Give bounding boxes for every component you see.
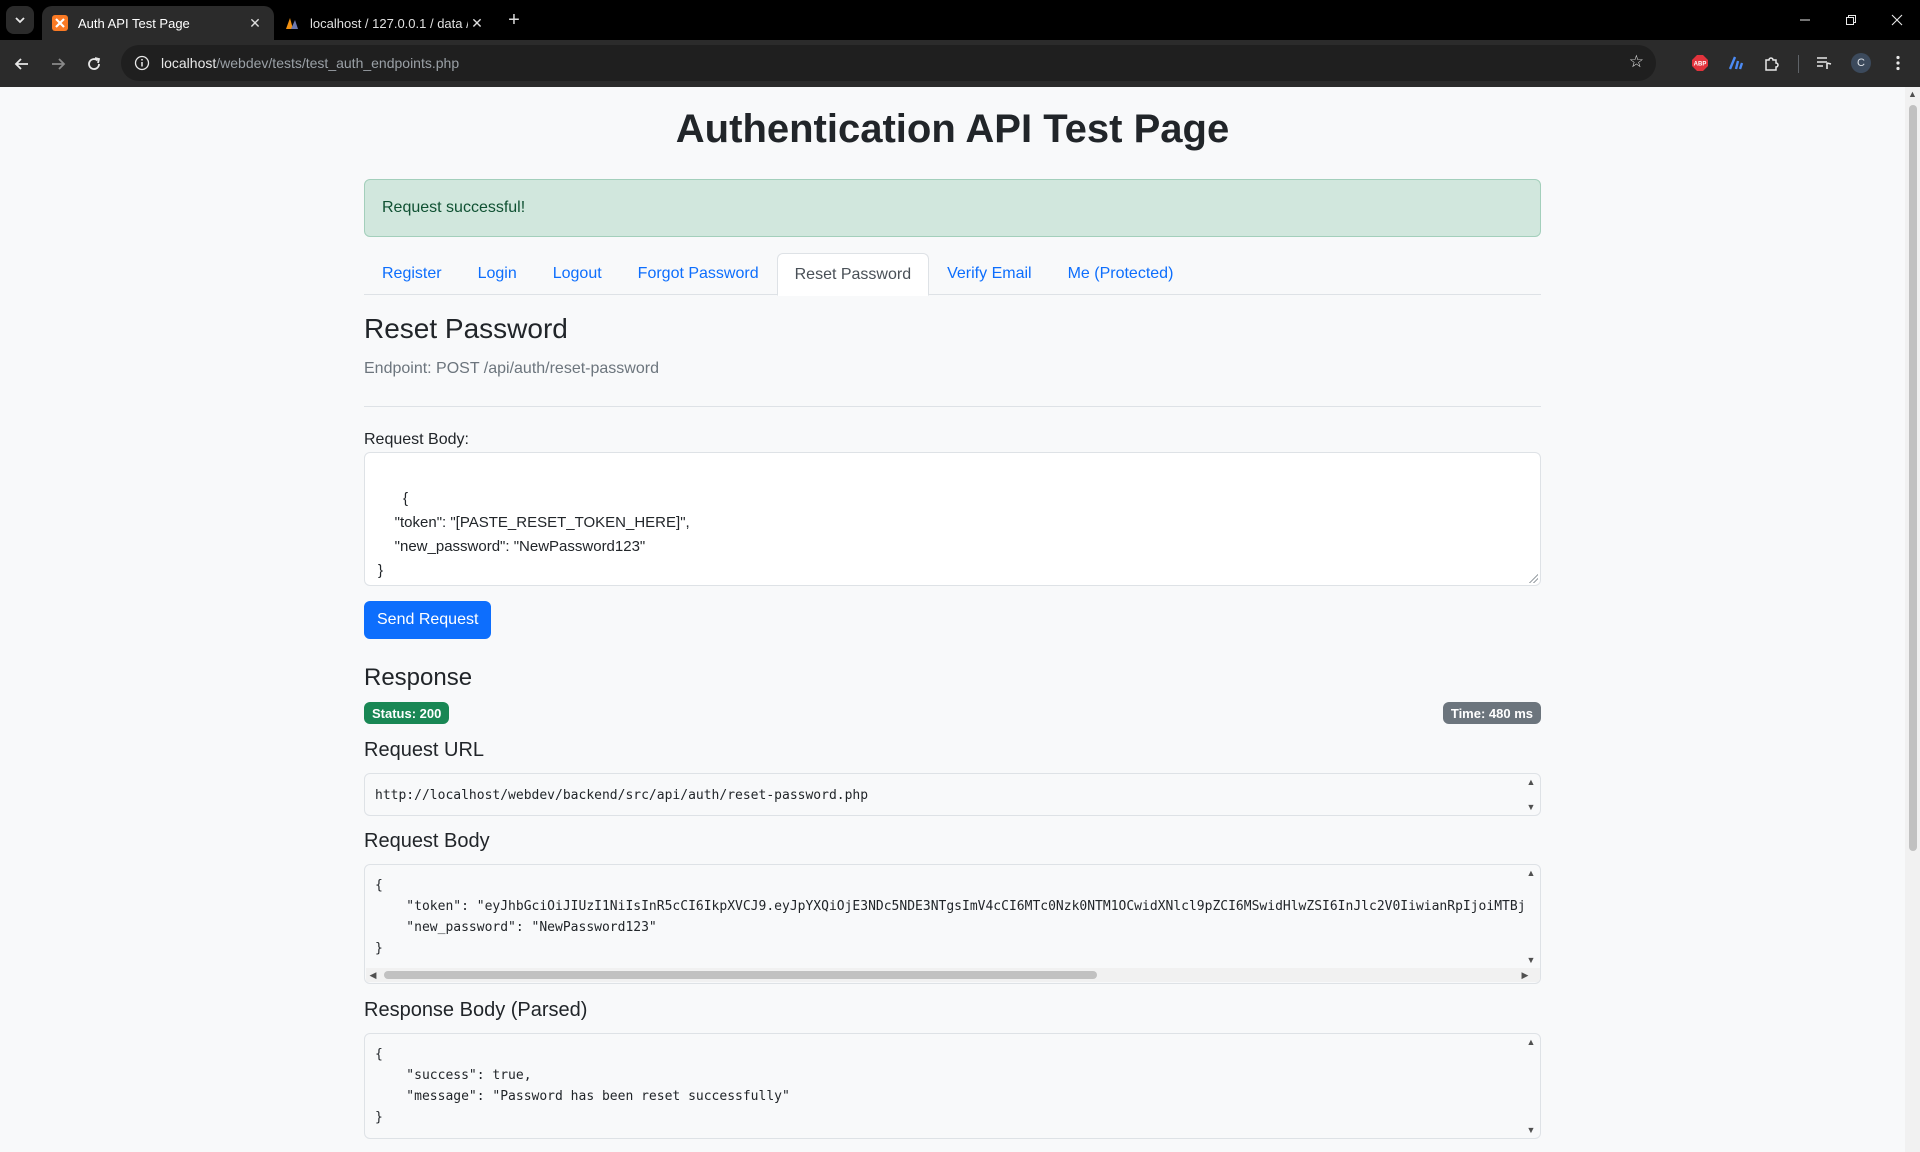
endpoint-tabs: Register Login Logout Forgot Password Re…	[364, 253, 1541, 296]
success-alert: Request successful!	[364, 179, 1541, 237]
tab-title: Auth API Test Page	[78, 15, 190, 31]
section-title: Reset Password	[364, 313, 568, 344]
close-tab-icon[interactable]: ✕	[468, 15, 486, 32]
browser-tab-auth-api[interactable]: Auth API Test Page ✕	[42, 6, 274, 40]
close-window-icon[interactable]	[1874, 0, 1920, 40]
page-title: Authentication API Test Page	[675, 107, 1230, 151]
url-path: /webdev/tests/test_auth_endpoints.php	[216, 55, 460, 71]
tab-reset-password[interactable]: Reset Password	[776, 253, 930, 296]
browser-tab-phpmyadmin[interactable]: localhost / 127.0.0.1 / data / tok ✕	[274, 6, 496, 40]
browser-tab-bar: Auth API Test Page ✕ localhost / 127.0.0…	[0, 0, 1920, 40]
back-arrow-icon[interactable]	[4, 46, 40, 82]
request-body-value: { "token": "[PASTE_RESET_TOKEN_HERE]", "…	[378, 490, 690, 579]
scroll-up-arrow-icon[interactable]: ▲	[1525, 777, 1537, 787]
section-divider	[364, 406, 1541, 407]
address-url: localhost/webdev/tests/test_auth_endpoin…	[161, 55, 459, 71]
response-body-box[interactable]: { "success": true, "message": "Password …	[364, 1033, 1541, 1139]
horizontal-scroll-thumb[interactable]	[384, 971, 1097, 979]
request-body-title: Request Body	[364, 830, 490, 852]
toolbar-divider	[1798, 55, 1799, 73]
forward-arrow-icon[interactable]	[40, 46, 76, 82]
scroll-down-arrow-icon[interactable]: ▼	[1525, 802, 1537, 812]
request-body-textarea[interactable]: { "token": "[PASTE_RESET_TOKEN_HERE]", "…	[364, 452, 1541, 586]
response-body-text: { "success": true, "message": "Password …	[375, 1047, 790, 1125]
xampp-favicon-icon	[52, 15, 68, 31]
time-badge: Time: 480 ms	[1442, 702, 1541, 724]
url-host: localhost	[161, 55, 217, 71]
status-badge: Status: 200	[364, 702, 450, 724]
scroll-right-arrow-icon[interactable]: ▶	[1518, 968, 1532, 982]
tab-login[interactable]: Login	[460, 253, 535, 295]
scroll-up-arrow-icon[interactable]: ▲	[1525, 868, 1537, 878]
close-tab-icon[interactable]: ✕	[246, 15, 264, 32]
tab-me-protected[interactable]: Me (Protected)	[1050, 253, 1192, 295]
reload-icon[interactable]	[76, 46, 112, 82]
tab-verify-email[interactable]: Verify Email	[929, 253, 1049, 295]
request-body-sent-text: { "token": "eyJhbGciOiJIUzI1NiIsInR5cCI6…	[375, 878, 1523, 956]
tab-search-chevron-icon[interactable]	[6, 6, 34, 34]
request-url-box[interactable]: http://localhost/webdev/backend/src/api/…	[364, 773, 1541, 816]
adblock-extension-icon[interactable]: ABP	[1688, 51, 1712, 75]
request-url-text: http://localhost/webdev/backend/src/api/…	[375, 788, 869, 803]
request-url-title: Request URL	[364, 739, 485, 761]
tab-forgot-password[interactable]: Forgot Password	[620, 253, 777, 295]
new-tab-icon[interactable]: +	[500, 9, 528, 32]
request-body-box[interactable]: { "token": "eyJhbGciOiJIUzI1NiIsInR5cCI6…	[364, 864, 1541, 984]
kebab-menu-icon[interactable]	[1886, 51, 1910, 75]
media-controls-icon[interactable]	[1812, 51, 1836, 75]
tab-title: localhost / 127.0.0.1 / data / tok	[310, 15, 468, 31]
tab-logout[interactable]: Logout	[535, 253, 620, 295]
response-body-title: Response Body (Parsed)	[364, 999, 588, 1021]
minimize-icon[interactable]	[1782, 0, 1828, 40]
tab-register[interactable]: Register	[364, 253, 460, 295]
address-bar[interactable]: localhost/webdev/tests/test_auth_endpoin…	[121, 45, 1656, 81]
horizontal-scrollbar[interactable]: ◀ ▶	[366, 968, 1540, 982]
page-scroll-thumb[interactable]	[1909, 105, 1917, 851]
scroll-down-arrow-icon[interactable]: ▼	[1525, 1125, 1537, 1135]
request-body-label: Request Body:	[364, 431, 469, 448]
window-controls	[1782, 0, 1920, 40]
phpmyadmin-favicon-icon	[284, 15, 300, 31]
profile-avatar[interactable]: C	[1849, 51, 1873, 75]
page-viewport: Authentication API Test Page Request suc…	[0, 87, 1905, 1152]
browser-toolbar: localhost/webdev/tests/test_auth_endpoin…	[0, 40, 1920, 87]
scroll-left-arrow-icon[interactable]: ◀	[366, 968, 380, 982]
extensions-puzzle-icon[interactable]	[1760, 51, 1784, 75]
site-info-icon[interactable]	[131, 52, 153, 74]
chart-extension-icon[interactable]	[1724, 51, 1748, 75]
endpoint-text: Endpoint: POST /api/auth/reset-password	[364, 360, 659, 377]
page-vertical-scrollbar[interactable]: ▲	[1905, 87, 1920, 1152]
response-title: Response	[364, 664, 473, 691]
scroll-up-arrow-icon[interactable]: ▲	[1525, 1037, 1537, 1047]
bookmark-star-icon[interactable]: ☆	[1629, 52, 1644, 72]
restore-icon[interactable]	[1828, 0, 1874, 40]
textarea-resize-handle[interactable]	[1528, 573, 1538, 583]
send-request-button[interactable]: Send Request	[364, 601, 492, 639]
scroll-down-arrow-icon[interactable]: ▼	[1525, 955, 1537, 965]
scroll-up-arrow-icon[interactable]: ▲	[1905, 89, 1920, 99]
profile-initial: C	[1851, 53, 1871, 73]
abp-label: ABP	[1694, 62, 1707, 68]
